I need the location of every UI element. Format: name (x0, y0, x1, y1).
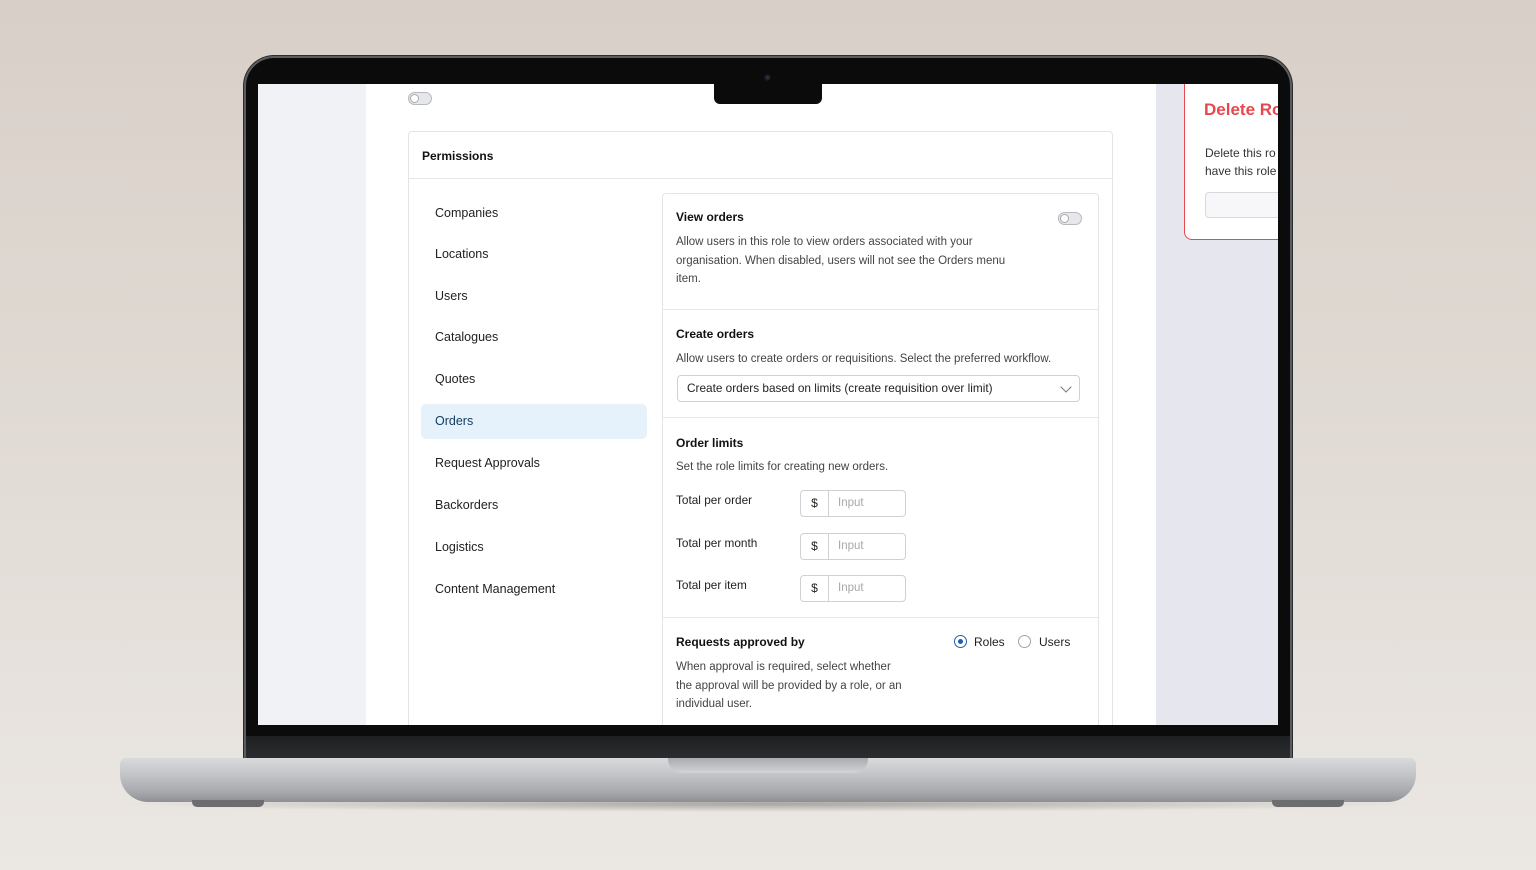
nav-item-orders[interactable]: Orders (421, 404, 647, 439)
requests-approved-by-description: When approval is required, select whethe… (676, 658, 946, 714)
camera-icon (764, 74, 771, 81)
delete-role-title: Delete Ro (1204, 100, 1278, 119)
requests-approved-by-description-line: individual user. (676, 698, 753, 710)
nav-item-quotes[interactable]: Quotes (421, 362, 647, 397)
view-orders-description-line: item. (676, 273, 701, 285)
currency-symbol: $ (801, 576, 829, 601)
requests-approved-by-title: Requests approved by (676, 635, 805, 649)
nav-item-logistics[interactable]: Logistics (421, 530, 647, 565)
laptop-chin (246, 736, 1290, 760)
order-limits-title: Order limits (676, 436, 744, 450)
requests-approved-by-description-line: When approval is required, select whethe… (676, 661, 891, 673)
workflow-select-value: Create orders based on limits (create re… (687, 381, 993, 395)
chevron-down-icon (1060, 381, 1072, 393)
laptop-foot-right (1272, 800, 1344, 807)
currency-symbol: $ (801, 534, 829, 559)
roles-radio[interactable] (954, 635, 967, 648)
delete-role-button[interactable] (1205, 192, 1278, 218)
screen: Delete Ro Delete this ro have this role … (258, 84, 1278, 725)
users-radio[interactable] (1018, 635, 1031, 648)
view-orders-description: Allow users in this role to view orders … (676, 233, 1056, 289)
nav-item-catalogues[interactable]: Catalogues (421, 320, 647, 355)
camera-notch (714, 84, 822, 104)
delete-role-description-line: Delete this ro (1205, 146, 1276, 160)
role-toggle[interactable] (408, 92, 432, 105)
laptop-foot-left (192, 800, 264, 807)
total-per-month-label: Total per month (676, 536, 758, 550)
input-placeholder: Input (838, 582, 864, 594)
nav-item-users[interactable]: Users (421, 279, 647, 314)
view-orders-toggle[interactable] (1058, 212, 1082, 225)
view-orders-title: View orders (676, 210, 744, 224)
workflow-select[interactable]: Create orders based on limits (create re… (677, 375, 1080, 402)
roles-radio-label[interactable]: Roles (974, 635, 1005, 649)
nav-item-companies[interactable]: Companies (421, 196, 647, 231)
nav-item-locations[interactable]: Locations (421, 237, 647, 272)
currency-symbol: $ (801, 491, 829, 516)
permissions-title: Permissions (422, 149, 494, 163)
divider (662, 309, 1099, 310)
nav-item-content-management[interactable]: Content Management (421, 572, 647, 607)
nav-item-backorders[interactable]: Backorders (421, 488, 647, 523)
divider (662, 417, 1099, 418)
nav-item-request-approvals[interactable]: Request Approvals (421, 446, 647, 481)
requests-approved-by-description-line: the approval will be provided by a role,… (676, 679, 902, 692)
total-per-order-label: Total per order (676, 493, 753, 507)
total-per-order-input[interactable]: $ Input (800, 490, 906, 517)
total-per-month-input[interactable]: $ Input (800, 533, 906, 560)
view-orders-description-line: organisation. When disabled, users will … (676, 254, 1006, 267)
users-radio-label[interactable]: Users (1039, 635, 1070, 649)
divider (408, 178, 1113, 179)
divider (662, 617, 1099, 618)
create-orders-title: Create orders (676, 327, 755, 341)
app-sidebar-background (258, 84, 366, 725)
order-limits-description: Set the role limits for creating new ord… (676, 461, 889, 473)
total-per-item-label: Total per item (676, 578, 747, 592)
input-placeholder: Input (838, 540, 864, 552)
create-orders-description: Allow users to create orders or requisit… (676, 353, 1052, 365)
laptop-base-notch (668, 758, 868, 773)
view-orders-description-line: Allow users in this role to view orders … (676, 236, 973, 248)
delete-role-description: Delete this ro have this role (1205, 144, 1278, 180)
delete-role-description-line: have this role (1205, 164, 1277, 178)
input-placeholder: Input (838, 497, 864, 509)
total-per-item-input[interactable]: $ Input (800, 575, 906, 602)
